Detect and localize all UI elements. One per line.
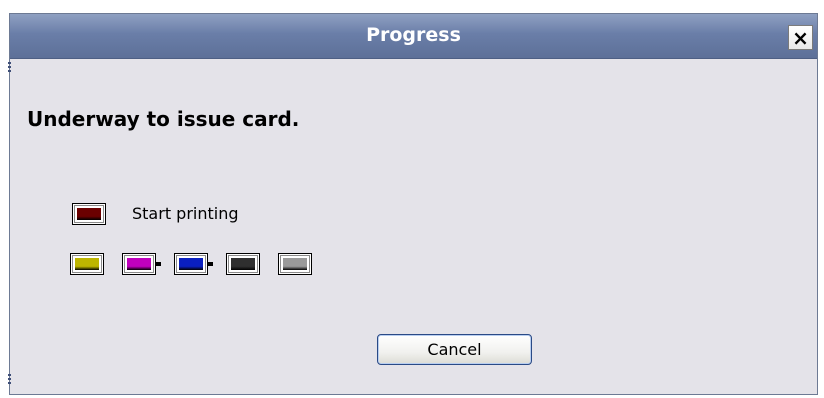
ribbon-panel-magenta-color: [127, 258, 151, 270]
window-title: Progress: [366, 24, 461, 46]
status-message: Underway to issue card.: [27, 107, 300, 131]
ribbon-panel-yellow-color: [75, 258, 99, 270]
resize-grip-top[interactable]: [8, 62, 11, 74]
close-icon: ×: [792, 25, 809, 50]
resize-grip-bottom[interactable]: [8, 374, 11, 386]
ribbon-panel-blue-color: [179, 258, 203, 270]
panel-connector: [207, 262, 213, 266]
start-printing-label: Start printing: [132, 204, 239, 223]
ribbon-panel-yellow: [70, 253, 104, 275]
start-printing-color: [77, 208, 101, 220]
close-button[interactable]: ×: [788, 25, 813, 50]
progress-dialog: Progress × Underway to issue card. Start…: [8, 13, 818, 395]
panel-connector: [155, 262, 161, 266]
ribbon-panel-magenta: [122, 253, 156, 275]
ribbon-panel-black: [226, 253, 260, 275]
ribbon-panel-blue: [174, 253, 208, 275]
ribbon-panel-overlay-color: [283, 258, 307, 270]
start-printing-indicator: [72, 203, 106, 225]
cancel-button[interactable]: Cancel: [377, 334, 532, 365]
ribbon-panel-black-color: [231, 258, 255, 270]
title-bar[interactable]: Progress ×: [10, 14, 817, 59]
ribbon-panel-overlay: [278, 253, 312, 275]
